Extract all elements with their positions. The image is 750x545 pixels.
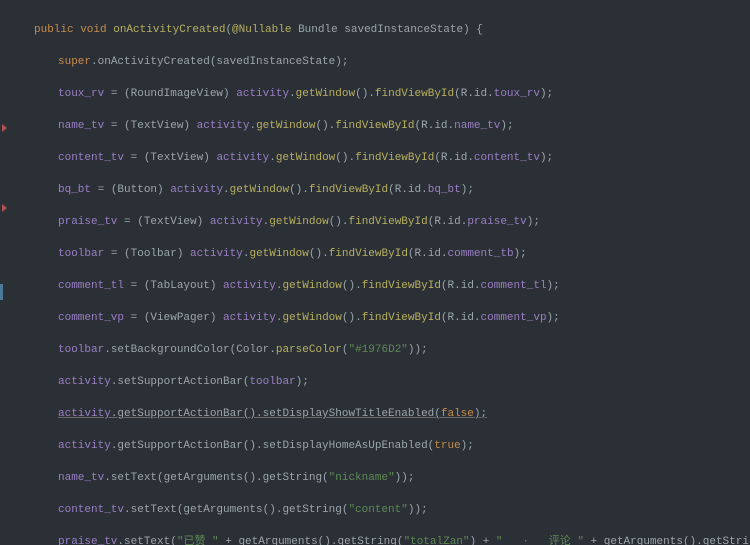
code-line: super.onActivityCreated(savedInstanceSta… xyxy=(10,54,750,70)
code-line: toolbar = (Toolbar) activity.getWindow()… xyxy=(10,246,750,262)
code-line: comment_vp = (ViewPager) activity.getWin… xyxy=(10,310,750,326)
breakpoint-marker[interactable] xyxy=(2,124,7,132)
code-line: name_tv = (TextView) activity.getWindow(… xyxy=(10,118,750,134)
code-line: praise_tv.setText("已赞 " + getArguments()… xyxy=(10,534,750,545)
code-line: name_tv.setText(getArguments().getString… xyxy=(10,470,750,486)
code-area[interactable]: public void onActivityCreated(@Nullable … xyxy=(0,0,750,545)
code-line: praise_tv = (TextView) activity.getWindo… xyxy=(10,214,750,230)
code-line: toolbar.setBackgroundColor(Color.parseCo… xyxy=(10,342,750,358)
code-line: public void onActivityCreated(@Nullable … xyxy=(10,22,750,38)
code-editor[interactable]: public void onActivityCreated(@Nullable … xyxy=(0,0,750,545)
code-line: content_tv.setText(getArguments().getStr… xyxy=(10,502,750,518)
code-line: toux_rv = (RoundImageView) activity.getW… xyxy=(10,86,750,102)
caret-row-marker xyxy=(0,284,3,300)
code-line: bq_bt = (Button) activity.getWindow().fi… xyxy=(10,182,750,198)
code-line: activity.setSupportActionBar(toolbar); xyxy=(10,374,750,390)
code-line: activity.getSupportActionBar().setDispla… xyxy=(10,406,750,422)
breakpoint-marker[interactable] xyxy=(2,204,7,212)
code-line: activity.getSupportActionBar().setDispla… xyxy=(10,438,750,454)
code-line: content_tv = (TextView) activity.getWind… xyxy=(10,150,750,166)
code-line: comment_tl = (TabLayout) activity.getWin… xyxy=(10,278,750,294)
